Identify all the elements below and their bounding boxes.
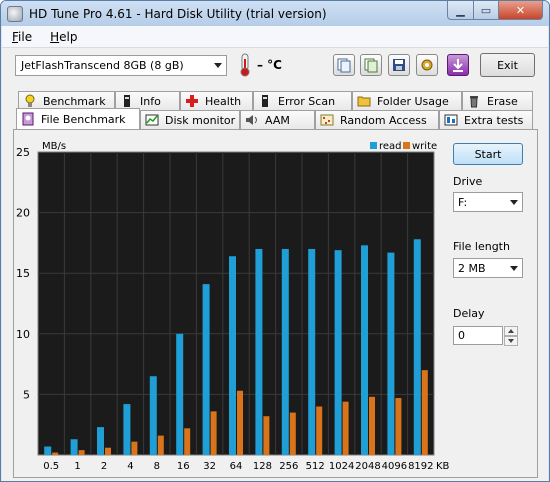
delay-input-value: 0 — [458, 329, 465, 342]
menu-help-label: elp — [59, 29, 78, 44]
x-tick-label: 2 — [101, 461, 107, 472]
bar-read — [413, 239, 421, 455]
menu-bar: File Help — [2, 26, 548, 48]
x-tick-label: 128 — [253, 461, 272, 472]
y-tick-label: 15 — [16, 267, 30, 280]
window-title: HD Tune Pro 4.61 - Hard Disk Utility (tr… — [29, 6, 327, 21]
y-axis-label: MB/s — [42, 141, 66, 152]
bar-write — [105, 447, 111, 455]
menu-file-label: ile — [18, 29, 33, 44]
drive-select-value: F: — [458, 195, 468, 209]
tab-file-benchmark-label: File Benchmark — [41, 112, 126, 126]
bar-write — [421, 370, 428, 455]
bar-write — [369, 396, 375, 455]
x-tick-label: 64 — [230, 461, 243, 472]
close-button[interactable]: ✕ — [498, 1, 543, 20]
y-tick-label: 10 — [16, 328, 30, 341]
bar-write — [395, 398, 402, 455]
bar-write — [210, 411, 217, 455]
x-tick-label: 256 — [279, 461, 298, 472]
x-tick-label: 16 — [177, 461, 190, 472]
start-button-label: Start — [474, 147, 502, 161]
x-tick-label: 4096 — [382, 461, 407, 472]
bar-read — [229, 256, 236, 455]
bar-write — [342, 401, 349, 455]
bar-read — [361, 245, 368, 455]
bar-read — [334, 250, 342, 455]
drive-select[interactable]: F: — [453, 192, 523, 212]
bar-read — [70, 439, 78, 455]
delay-increment-button[interactable] — [504, 326, 518, 336]
legend-write-swatch — [403, 142, 410, 149]
bar-read — [97, 427, 104, 455]
bar-write — [263, 416, 270, 455]
chevron-up-icon — [508, 329, 514, 333]
app-icon — [7, 5, 23, 22]
bar-write — [237, 390, 243, 455]
x-tick-label: 32 — [203, 461, 216, 472]
y-tick-label: 5 — [23, 388, 30, 401]
menu-help-accel: H — [50, 29, 60, 44]
main-body: JetFlashTranscend 8GB (8 gB) – °C Exit B… — [2, 48, 548, 481]
maximize-icon: ▭ — [480, 3, 492, 17]
x-tick-label: 0.5 — [43, 461, 59, 472]
x-tick-label: 8 — [154, 461, 160, 472]
app-window: HD Tune Pro 4.61 - Hard Disk Utility (tr… — [0, 0, 550, 482]
x-tick-label: 4 — [127, 461, 133, 472]
delay-input[interactable]: 0 — [453, 326, 503, 345]
chevron-down-icon — [510, 266, 518, 271]
tab-file-benchmark[interactable]: File Benchmark — [16, 108, 140, 129]
chevron-down-icon — [508, 339, 514, 343]
x-tick-label: 2048 — [355, 461, 380, 472]
x-axis-unit: KB — [436, 461, 450, 472]
delay-label: Delay — [453, 307, 485, 320]
file-length-select-value: 2 MB — [458, 261, 486, 275]
drive-label: Drive — [453, 175, 483, 188]
file-length-select[interactable]: 2 MB — [453, 258, 523, 278]
bar-write — [131, 441, 138, 455]
bar-read — [176, 333, 184, 455]
bar-read — [308, 248, 316, 455]
x-tick-label: 8192 — [408, 461, 433, 472]
bar-read — [123, 404, 131, 455]
menu-help[interactable]: Help — [50, 30, 77, 44]
x-tick-label: 1 — [74, 461, 80, 472]
bar-write — [157, 435, 164, 455]
bar-read — [387, 252, 395, 455]
bar-write — [52, 452, 59, 455]
bar-read — [202, 284, 210, 455]
close-icon: ✕ — [515, 3, 526, 17]
legend-read-swatch — [370, 142, 377, 149]
legend-write-label: write — [412, 141, 437, 152]
minimize-icon: ▁ — [456, 3, 465, 17]
y-tick-label: 20 — [16, 207, 30, 220]
title-bar[interactable]: HD Tune Pro 4.61 - Hard Disk Utility (tr… — [1, 1, 549, 26]
legend-read-label: read — [379, 141, 402, 152]
file-benchmark-icon — [21, 112, 35, 126]
minimize-button[interactable]: ▁ — [447, 1, 474, 20]
menu-file[interactable]: File — [12, 30, 32, 44]
bar-read — [255, 248, 263, 455]
x-tick-label: 1024 — [329, 461, 354, 472]
bar-read — [44, 446, 52, 455]
bar-write — [289, 412, 296, 455]
bar-write — [184, 428, 191, 455]
start-button[interactable]: Start — [453, 143, 523, 165]
chevron-down-icon — [510, 200, 518, 205]
y-tick-label: 25 — [16, 146, 30, 159]
maximize-button[interactable]: ▭ — [473, 1, 499, 20]
bar-write — [316, 406, 323, 455]
bar-read — [149, 376, 157, 455]
file-length-label: File length — [453, 240, 510, 253]
bar-write — [78, 450, 85, 455]
delay-decrement-button[interactable] — [504, 336, 518, 346]
x-tick-label: 512 — [306, 461, 325, 472]
bar-read — [281, 248, 289, 455]
